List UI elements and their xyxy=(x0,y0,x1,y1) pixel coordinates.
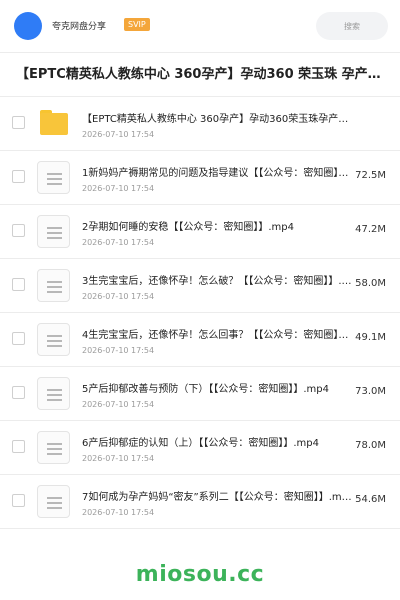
page-title: 【EPTC精英私人教练中心 360孕产】孕动360 荣玉珠 孕产全阶课程 xyxy=(16,67,390,82)
item-date: 2026-07-10 17:54 xyxy=(82,292,155,301)
list-item[interactable]: 6产后抑郁症的认知（上）【【公众号：密知圈】】.mp4 2026-07-10 1… xyxy=(0,421,400,475)
select-checkbox[interactable] xyxy=(12,332,25,345)
item-date: 2026-07-10 17:54 xyxy=(82,454,155,463)
item-date: 2026-07-10 17:54 xyxy=(82,184,155,193)
item-name: 【EPTC精英私人教练中心 360孕产】孕动360荣玉珠孕产全阶课程 xyxy=(82,114,354,125)
item-name: 1新妈妈产褥期常见的问题及指导建议【【公众号：密知圈】】.mp4 xyxy=(82,168,354,179)
item-size: 72.5M xyxy=(355,170,386,181)
item-size: 73.0M xyxy=(355,386,386,397)
item-size: 54.6M xyxy=(355,494,386,505)
select-checkbox[interactable] xyxy=(12,116,25,129)
item-size: 49.1M xyxy=(355,332,386,343)
item-date: 2026-07-10 17:54 xyxy=(82,130,155,139)
folder-icon xyxy=(37,107,70,140)
search-input[interactable] xyxy=(316,12,388,40)
select-checkbox[interactable] xyxy=(12,170,25,183)
item-size: 47.2M xyxy=(355,224,386,235)
file-icon xyxy=(37,269,70,302)
header-bar: 夸克网盘分享 SVIP xyxy=(0,0,400,52)
item-date: 2026-07-10 17:54 xyxy=(82,508,155,517)
file-icon xyxy=(37,323,70,356)
item-date: 2026-07-10 17:54 xyxy=(82,346,155,355)
select-checkbox[interactable] xyxy=(12,440,25,453)
user-avatar[interactable] xyxy=(14,12,42,40)
app-name: 夸克网盘分享 xyxy=(52,22,107,32)
file-icon xyxy=(37,161,70,194)
item-name: 4生完宝宝后，还像怀孕！怎么回事？【【公众号：密知圈】】.mp4 xyxy=(82,330,354,341)
item-name: 7如何成为孕产妈妈“密友”系列二【【公众号：密知圈】】.mp4 xyxy=(82,492,354,503)
list-item[interactable]: 2孕期如何睡的安稳【【公众号：密知圈】】.mp4 2026-07-10 17:5… xyxy=(0,205,400,259)
list-item[interactable]: 3生完宝宝后，还像怀孕！怎么破？【【公众号：密知圈】】.mp4 2026-07-… xyxy=(0,259,400,313)
list-item[interactable]: 1新妈妈产褥期常见的问题及指导建议【【公众号：密知圈】】.mp4 2026-07… xyxy=(0,151,400,205)
header-divider xyxy=(0,52,400,53)
file-icon xyxy=(37,215,70,248)
svip-badge: SVIP xyxy=(124,18,150,31)
list-item[interactable]: 4生完宝宝后，还像怀孕！怎么回事？【【公众号：密知圈】】.mp4 2026-07… xyxy=(0,313,400,367)
item-size: 58.0M xyxy=(355,278,386,289)
site-watermark: miosou.cc xyxy=(135,562,265,587)
file-list: 【EPTC精英私人教练中心 360孕产】孕动360荣玉珠孕产全阶课程 2026-… xyxy=(0,97,400,529)
item-size: 78.0M xyxy=(355,440,386,451)
item-name: 6产后抑郁症的认知（上）【【公众号：密知圈】】.mp4 xyxy=(82,438,319,449)
select-checkbox[interactable] xyxy=(12,278,25,291)
select-checkbox[interactable] xyxy=(12,386,25,399)
item-date: 2026-07-10 17:54 xyxy=(82,238,155,247)
file-icon xyxy=(37,485,70,518)
select-checkbox[interactable] xyxy=(12,224,25,237)
item-date: 2026-07-10 17:54 xyxy=(82,400,155,409)
file-icon xyxy=(37,431,70,464)
list-item[interactable]: 【EPTC精英私人教练中心 360孕产】孕动360荣玉珠孕产全阶课程 2026-… xyxy=(0,97,400,151)
item-name: 3生完宝宝后，还像怀孕！怎么破？【【公众号：密知圈】】.mp4 xyxy=(82,276,354,287)
file-icon xyxy=(37,377,70,410)
list-item[interactable]: 5产后抑郁改善与预防（下）【【公众号：密知圈】】.mp4 2026-07-10 … xyxy=(0,367,400,421)
list-item[interactable]: 7如何成为孕产妈妈“密友”系列二【【公众号：密知圈】】.mp4 2026-07-… xyxy=(0,475,400,529)
select-checkbox[interactable] xyxy=(12,494,25,507)
item-name: 2孕期如何睡的安稳【【公众号：密知圈】】.mp4 xyxy=(82,222,294,233)
item-name: 5产后抑郁改善与预防（下）【【公众号：密知圈】】.mp4 xyxy=(82,384,329,395)
